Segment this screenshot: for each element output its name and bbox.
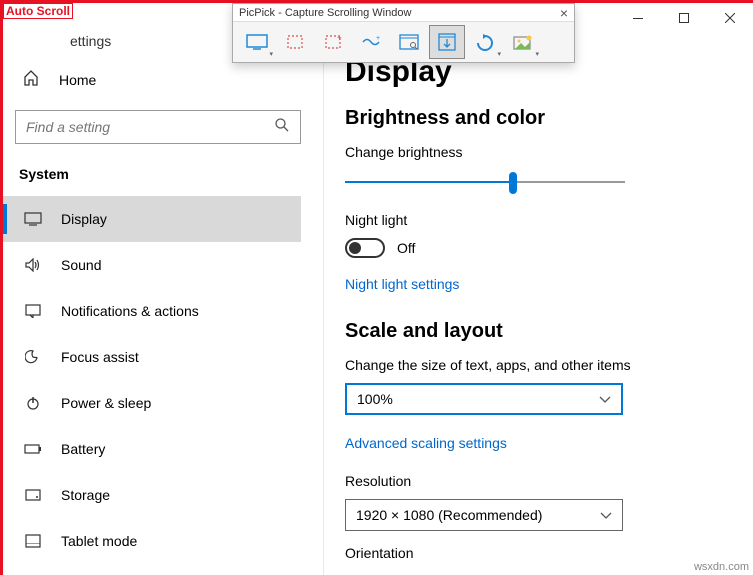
sidebar-item-label: Power & sleep	[61, 395, 151, 411]
home-nav[interactable]: Home	[15, 60, 313, 100]
picpick-close-icon[interactable]: ×	[560, 5, 568, 21]
nightlight-settings-link[interactable]: Night light settings	[345, 276, 459, 292]
scale-dropdown[interactable]: 100%	[345, 383, 623, 415]
battery-icon	[23, 444, 43, 454]
section-scale: Scale and layout	[345, 320, 733, 343]
watermark: wsxdn.com	[694, 561, 749, 573]
chevron-down-icon	[600, 507, 612, 523]
window-controls	[615, 3, 753, 33]
capture-region-button[interactable]	[277, 25, 313, 59]
svg-text:+: +	[376, 35, 380, 42]
sidebar-item-label: Notifications & actions	[61, 303, 199, 319]
autoscroll-badge: Auto Scroll	[3, 3, 73, 19]
svg-text:+: +	[337, 34, 342, 42]
capture-scrolling-button[interactable]	[429, 25, 465, 59]
capture-window-button[interactable]	[391, 25, 427, 59]
minimize-button[interactable]	[615, 3, 661, 33]
sidebar-item-power[interactable]: Power & sleep	[15, 380, 313, 426]
storage-icon	[23, 489, 43, 501]
notifications-icon	[23, 304, 43, 318]
sidebar-item-tablet[interactable]: Tablet mode	[15, 518, 313, 564]
capture-fixed-region-button[interactable]: +	[315, 25, 351, 59]
capture-fullscreen-button[interactable]: ▾	[239, 25, 275, 59]
sidebar-item-label: Display	[61, 211, 107, 227]
category-system: System	[15, 162, 313, 196]
orientation-label: Orientation	[345, 545, 733, 561]
sidebar-item-label: Battery	[61, 441, 105, 457]
repeat-capture-button[interactable]: ▾	[467, 25, 503, 59]
sidebar-item-sound[interactable]: Sound	[15, 242, 313, 288]
capture-freehand-button[interactable]: +	[353, 25, 389, 59]
resolution-value: 1920 × 1080 (Recommended)	[356, 507, 542, 523]
sidebar-item-label: Focus assist	[61, 349, 139, 365]
picpick-window: PicPick - Capture Scrolling Window × ▾ +…	[232, 3, 575, 63]
sidebar-item-focus[interactable]: Focus assist	[15, 334, 313, 380]
sidebar-item-battery[interactable]: Battery	[15, 426, 313, 472]
brightness-slider[interactable]	[345, 170, 625, 194]
focus-icon	[23, 349, 43, 365]
resolution-dropdown[interactable]: 1920 × 1080 (Recommended)	[345, 499, 623, 531]
maximize-button[interactable]	[661, 3, 707, 33]
image-editor-button[interactable]: ▾	[505, 25, 541, 59]
close-button[interactable]	[707, 3, 753, 33]
search-input-container[interactable]	[15, 110, 301, 144]
sidebar-item-label: Tablet mode	[61, 533, 137, 549]
search-icon	[274, 117, 290, 138]
section-brightness: Brightness and color	[345, 107, 733, 130]
scale-value: 100%	[357, 391, 393, 407]
power-icon	[23, 395, 43, 411]
sidebar-item-label: Storage	[61, 487, 110, 503]
content-divider	[323, 33, 324, 575]
home-icon	[23, 70, 41, 91]
picpick-title: PicPick - Capture Scrolling Window	[239, 7, 411, 19]
nightlight-label: Night light	[345, 212, 733, 228]
resolution-label: Resolution	[345, 473, 733, 489]
sidebar-item-display[interactable]: Display	[3, 196, 301, 242]
home-label: Home	[59, 72, 96, 88]
scale-label: Change the size of text, apps, and other…	[345, 357, 733, 373]
search-input[interactable]	[26, 119, 274, 135]
nightlight-toggle[interactable]	[345, 238, 385, 258]
window-title-fragment: ettings	[70, 33, 111, 49]
tablet-icon	[23, 534, 43, 548]
sidebar-item-notifications[interactable]: Notifications & actions	[15, 288, 313, 334]
sidebar-item-storage[interactable]: Storage	[15, 472, 313, 518]
sidebar-item-label: Sound	[61, 257, 101, 273]
brightness-label: Change brightness	[345, 144, 733, 160]
toggle-state: Off	[397, 240, 415, 256]
chevron-down-icon	[599, 391, 611, 407]
sound-icon	[23, 258, 43, 272]
advanced-scaling-link[interactable]: Advanced scaling settings	[345, 435, 507, 451]
display-icon	[23, 212, 43, 226]
